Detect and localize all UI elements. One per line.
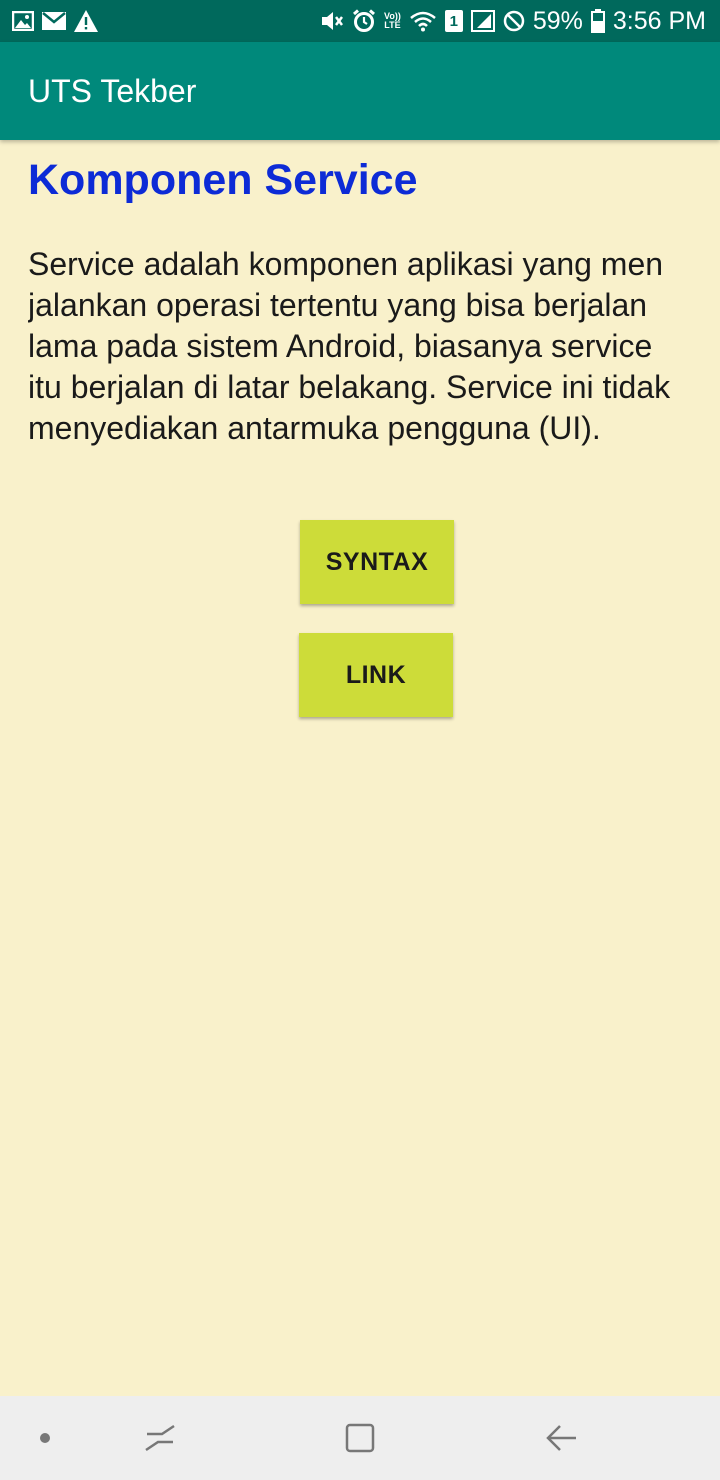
image-icon	[12, 11, 34, 31]
warning-icon	[74, 10, 98, 32]
paragraph-line: itu berjalan di latar belakang. Service …	[28, 369, 671, 405]
status-bar-notifications	[12, 10, 98, 32]
app-title: UTS Tekber	[28, 72, 197, 109]
home-icon[interactable]	[330, 1396, 390, 1480]
link-button[interactable]: LINK	[299, 633, 453, 717]
alarm-icon	[352, 9, 376, 33]
mute-icon	[320, 10, 344, 32]
syntax-button[interactable]: SYNTAX	[300, 520, 454, 604]
page-title: Komponen Service	[28, 156, 418, 204]
dot-icon[interactable]	[30, 1396, 60, 1480]
recent-apps-icon[interactable]	[130, 1396, 190, 1480]
back-icon[interactable]	[532, 1396, 592, 1480]
paragraph-line: jalankan operasi tertentu yang bisa berj…	[28, 287, 648, 323]
navigation-bar	[0, 1396, 720, 1480]
paragraph-line: lama pada sistem Android, biasanya servi…	[28, 328, 653, 364]
status-bar: Vo)) LTE 1 59% 3:56 PM	[0, 0, 720, 42]
do-not-disturb-icon	[503, 10, 525, 32]
paragraph-line: Service adalah komponen aplikasi yang me…	[28, 246, 664, 282]
volte-icon: Vo)) LTE	[384, 11, 401, 30]
battery-percent: 59%	[532, 6, 583, 35]
status-time: 3:56 PM	[612, 6, 706, 35]
paragraph-line: menyediakan antarmuka pengguna (UI).	[28, 410, 601, 446]
mail-icon	[42, 12, 66, 30]
description-paragraph: Service adalah komponen aplikasi yang me…	[28, 244, 720, 449]
signal-icon	[470, 10, 495, 32]
sim-icon: 1	[444, 10, 463, 32]
wifi-icon	[409, 10, 437, 32]
battery-icon	[590, 9, 605, 33]
app-bar: UTS Tekber	[0, 42, 720, 140]
status-bar-system: Vo)) LTE 1 59% 3:56 PM	[320, 7, 706, 36]
